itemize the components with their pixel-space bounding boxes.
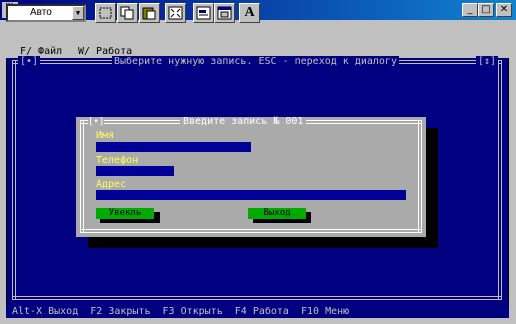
properties-icon xyxy=(196,6,211,20)
dialog-close-button[interactable]: [•] xyxy=(88,117,105,127)
paste-icon xyxy=(142,7,156,20)
frame-close-button[interactable]: [•] xyxy=(18,56,40,68)
dialog-bottom-border xyxy=(80,229,422,233)
copy-icon xyxy=(120,6,134,20)
frame-right-border xyxy=(498,60,502,300)
maximize-button[interactable]: □ xyxy=(478,3,494,17)
chevron-down-icon[interactable]: ▼ xyxy=(72,6,84,20)
frame-bottom-border xyxy=(12,296,502,300)
save-button[interactable]: Увекль xyxy=(96,208,154,219)
fullscreen-button[interactable] xyxy=(165,3,186,23)
dialog-title: Введите запись № 001 xyxy=(180,117,307,127)
mark-icon xyxy=(99,7,112,19)
dialog-left-border xyxy=(80,120,84,233)
phone-label: Телефон xyxy=(96,155,139,166)
minimize-button[interactable]: _ xyxy=(462,3,478,17)
status-bar: Alt-X Выход F2 Закрыть F3 Открыть F4 Раб… xyxy=(6,305,509,318)
background-button[interactable] xyxy=(214,3,235,23)
phone-field[interactable] xyxy=(96,166,174,176)
mark-button[interactable] xyxy=(95,3,116,23)
name-label: Имя xyxy=(96,130,115,141)
font-button[interactable]: A xyxy=(239,3,260,23)
fullscreen-icon xyxy=(168,6,183,20)
name-field[interactable] xyxy=(96,142,251,152)
frame-scroll-button[interactable]: [↕] xyxy=(476,56,498,68)
address-label: Адрес xyxy=(96,179,127,190)
frame-left-border xyxy=(12,60,16,300)
copy-button[interactable] xyxy=(117,3,138,23)
exit-button[interactable]: Выход xyxy=(248,208,306,219)
background-icon xyxy=(217,6,232,20)
close-button[interactable]: ✕ xyxy=(496,3,512,17)
properties-button[interactable] xyxy=(193,3,214,23)
toolbar xyxy=(0,20,516,46)
frame-title: Выберите нужную запись. ESC - переход к … xyxy=(112,56,399,68)
dialog-right-border xyxy=(418,120,422,233)
paste-button[interactable] xyxy=(139,3,160,23)
address-field[interactable] xyxy=(96,190,406,200)
